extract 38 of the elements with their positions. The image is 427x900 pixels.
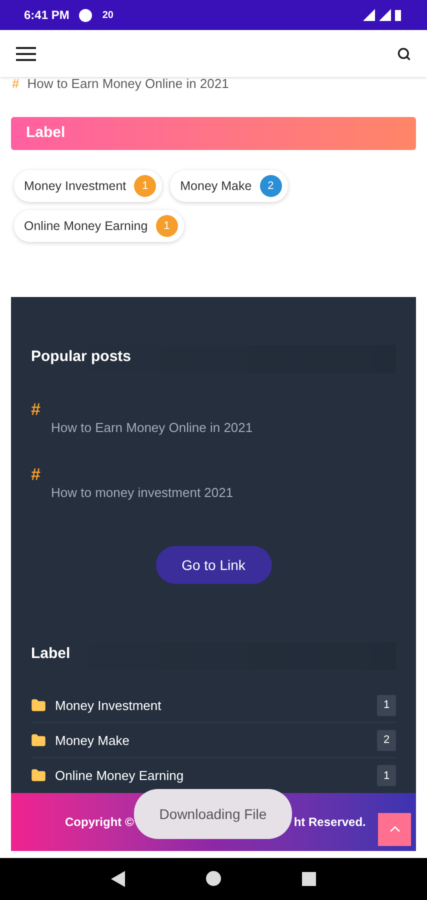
hash-icon: # bbox=[31, 401, 40, 418]
post-link[interactable]: How to money investment 2021 bbox=[51, 482, 234, 502]
hash-icon: # bbox=[31, 466, 40, 483]
label-link[interactable]: Online Money Earning bbox=[55, 766, 368, 786]
chip-label: Money Investment bbox=[24, 178, 126, 196]
label-chip[interactable]: Money Investment 1 bbox=[14, 170, 162, 202]
count-badge: 1 bbox=[377, 694, 396, 716]
folder-icon bbox=[31, 768, 46, 784]
copyright-text: ht Reserved. bbox=[294, 814, 366, 832]
folder-icon bbox=[31, 732, 46, 748]
go-to-link-button[interactable]: Go to Link bbox=[156, 546, 272, 584]
menu-icon[interactable] bbox=[16, 46, 36, 62]
section-title: Popular posts bbox=[31, 348, 132, 366]
count-badge: 2 bbox=[377, 730, 396, 751]
folder-icon bbox=[31, 698, 46, 713]
count-badge: 1 bbox=[377, 765, 396, 786]
search-icon[interactable] bbox=[397, 46, 411, 61]
toast: Downloading File bbox=[134, 789, 292, 840]
post-link[interactable]: How to Earn Money Online in 2021 bbox=[51, 418, 253, 438]
count-badge: 2 bbox=[260, 175, 282, 198]
section-title: Label bbox=[31, 645, 70, 662]
label-chip[interactable]: Online Money Earning 1 bbox=[14, 210, 184, 242]
home-icon[interactable] bbox=[206, 871, 221, 886]
chip-label: Money Make bbox=[180, 178, 252, 196]
network-speed: 20 bbox=[102, 8, 114, 23]
label-chip[interactable]: Money Make 2 bbox=[170, 170, 288, 202]
chip-label: Online Money Earning bbox=[24, 218, 148, 236]
back-icon[interactable] bbox=[110, 870, 125, 887]
post-link[interactable]: How to Earn Money Online in 2021 bbox=[27, 77, 229, 91]
label-link[interactable]: Money Make bbox=[55, 730, 368, 750]
status-time: 6:41 PM bbox=[24, 7, 70, 24]
label-header: Label bbox=[11, 116, 416, 150]
count-badge: 1 bbox=[156, 215, 178, 238]
copyright-text: Copyright © bbox=[65, 814, 134, 832]
count-badge: 1 bbox=[134, 175, 156, 198]
hash-icon: # bbox=[12, 77, 20, 91]
label-link[interactable]: Money Investment bbox=[55, 696, 368, 716]
recents-icon[interactable] bbox=[302, 872, 316, 886]
